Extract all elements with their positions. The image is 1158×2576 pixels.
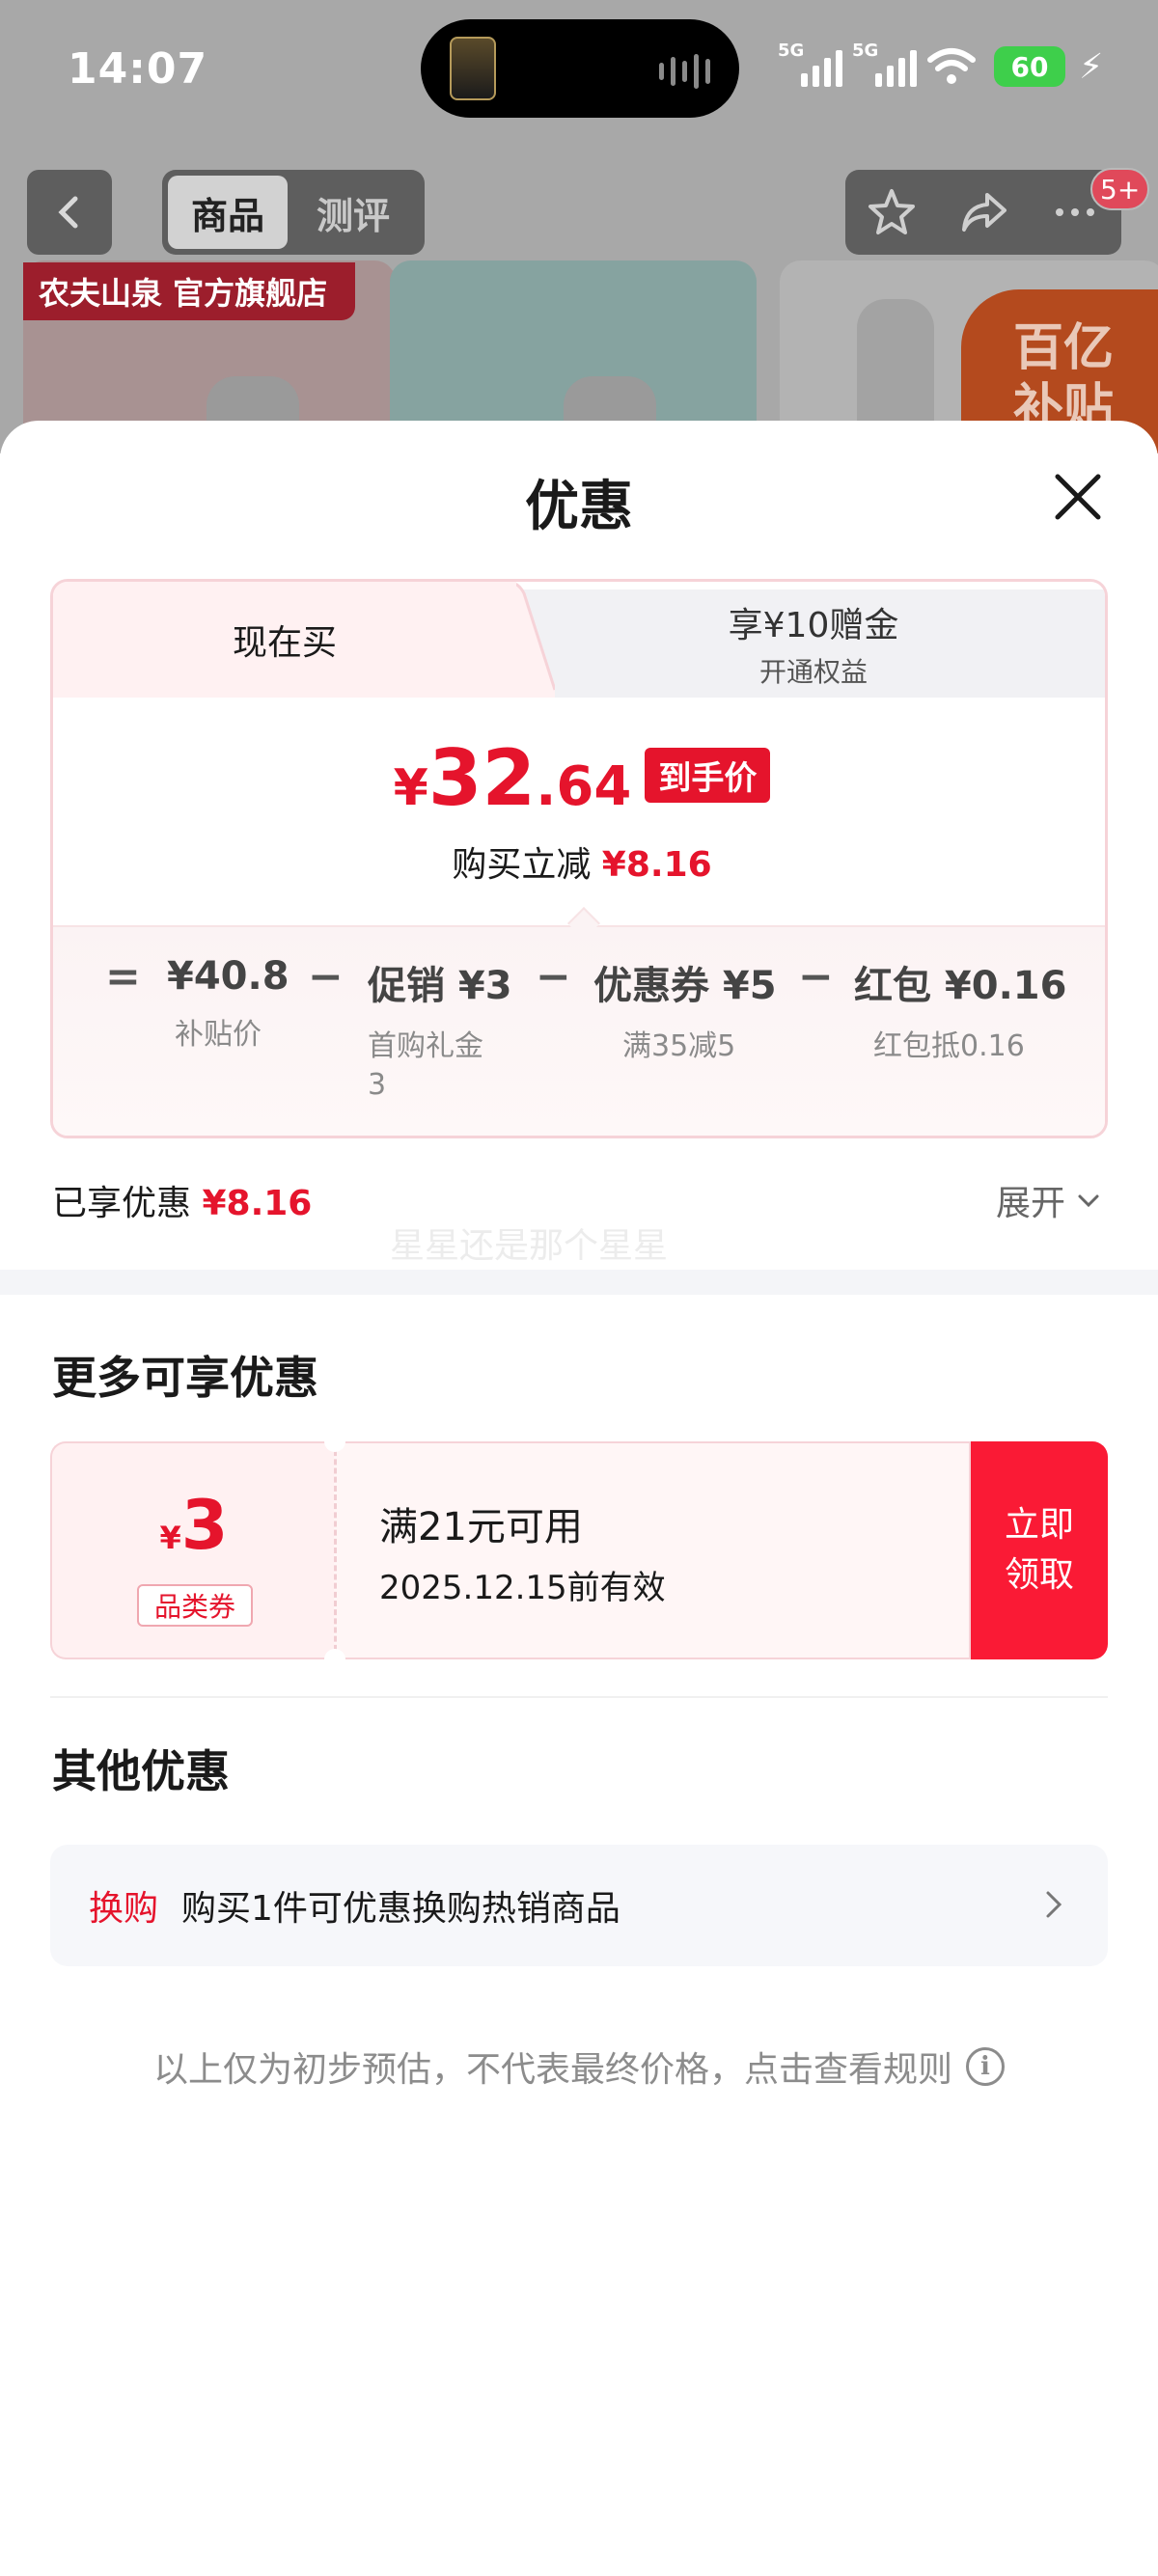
vip-tab-title: 享¥10赠金 (728, 606, 899, 645)
price-summary: ¥32.64 到手价 购买立减 ¥8.16 = ¥40.8 补贴价 − 促销 ¥… (53, 698, 1105, 1136)
notification-badge: 5+ (1090, 168, 1150, 210)
section-divider (0, 1270, 1158, 1295)
close-icon[interactable] (1044, 463, 1112, 531)
final-price: ¥32.64 到手价 (53, 740, 1105, 818)
product-review-tabs: 商品 测评 (162, 170, 425, 255)
instant-discount: 购买立减 ¥8.16 (53, 836, 1105, 887)
enjoyed-discount-label: 已享优惠 (52, 1184, 192, 1223)
wifi-icon (927, 48, 976, 84)
disclaimer-text: 以上仅为初步预估，不代表最终价格，点击查看规则 (152, 2050, 952, 2090)
expand-button[interactable]: 展开 (996, 1175, 1102, 1225)
promotion-label: 首购礼金 3 (368, 1029, 483, 1102)
coupon-currency: ¥ (159, 1520, 181, 1556)
chevron-right-icon (1046, 1891, 1062, 1918)
status-bar: 14:07 5G 5G 60 ⚡ (0, 0, 1158, 145)
coupon-condition: 满21元可用 (379, 1505, 583, 1549)
price-integer: 32 (427, 733, 537, 823)
status-time: 14:07 (68, 44, 208, 94)
coupon-value: 优惠券 ¥5 (593, 964, 777, 1008)
coupon-type-badge: 品类券 (137, 1584, 253, 1627)
chevron-down-icon (1078, 1194, 1099, 1208)
status-indicators: 5G 5G 60 ⚡ (778, 41, 1104, 87)
share-icon[interactable] (956, 185, 1010, 239)
minus-sign-1: − (308, 952, 344, 1001)
price-currency: ¥ (393, 759, 428, 817)
store-label: 农夫山泉 官方旗舰店 (23, 262, 355, 320)
nav-actions (845, 170, 1121, 255)
formula-promotion: 促销 ¥3 首购礼金 3 (368, 954, 512, 1105)
dynamic-island (421, 19, 739, 118)
price-breakdown-card: 享¥10赠金 开通权益 现在买 ¥32.64 到手价 购买立减 ¥8.16 = (50, 579, 1108, 1138)
trade-in-text: 购买1件可优惠换购热销商品 (181, 1889, 620, 1929)
coupon-amount-value: 3 (180, 1486, 229, 1565)
trade-in-tag: 换购 (89, 1889, 159, 1929)
coupon-amount: ¥3 (52, 1486, 336, 1565)
formula-coupon: 优惠券 ¥5 满35减5 (593, 954, 777, 1066)
final-price-tag: 到手价 (645, 748, 771, 803)
minus-sign-2: − (536, 952, 571, 1001)
user-watermark: 星星还是那个星星 (390, 1226, 669, 1266)
disclaimer[interactable]: 以上仅为初步预估，不代表最终价格，点击查看规则 i (0, 2042, 1158, 2092)
instant-discount-amount: ¥8.16 (601, 845, 712, 885)
network-type-label: 5G (778, 41, 805, 61)
coupon-amount-section: ¥3 品类券 (50, 1441, 334, 1659)
red-packet-value: 红包 ¥0.16 (854, 964, 1067, 1008)
background-product-page: 14:07 5G 5G 60 ⚡ 商品 测评 5+ 农夫山泉 官方旗舰店 百亿补… (0, 0, 1158, 453)
coupon-card: ¥3 品类券 满21元可用 2025.12.15前有效 立即 领取 (50, 1431, 1108, 1670)
coupon-details: 满21元可用 2025.12.15前有效 (334, 1441, 971, 1659)
claim-button-line1: 立即 (1004, 1505, 1074, 1545)
claim-button-line2: 领取 (1004, 1555, 1074, 1595)
cellular-signal-icon-2: 5G (852, 41, 917, 87)
price-formula: = ¥40.8 补贴价 − 促销 ¥3 首购礼金 3 − 优惠券 ¥5 满35减… (53, 925, 1105, 1136)
chevron-left-icon (58, 196, 78, 229)
back-button[interactable] (27, 170, 112, 255)
cellular-signal-icon: 5G (778, 41, 842, 87)
coupon-notch-bottom (324, 1649, 345, 1670)
formula-subsidy-price: ¥40.8 补贴价 (167, 954, 290, 1055)
network-type-label-2: 5G (852, 41, 879, 61)
formula-red-packet: 红包 ¥0.16 红包抵0.16 (854, 954, 1066, 1066)
instant-discount-label: 购买立减 (452, 845, 592, 885)
minus-sign-3: − (798, 952, 834, 1001)
audio-wave-icon (659, 54, 710, 89)
vip-tab-subtitle: 开通权益 (758, 656, 868, 688)
discount-sheet: 优惠 享¥10赠金 开通权益 现在买 ¥32.64 到手价 购买立减 ¥8.16 (0, 421, 1158, 2576)
price-decimal: .64 (536, 755, 632, 818)
equals-sign: = (105, 952, 141, 1001)
info-icon: i (966, 2047, 1005, 2086)
other-offers-title: 其他优惠 (52, 1745, 230, 1797)
red-packet-label: 红包抵0.16 (873, 1029, 1025, 1063)
tab-product[interactable]: 商品 (168, 176, 288, 249)
trade-in-offer-row[interactable]: 换购 购买1件可优惠换购热销商品 (50, 1845, 1108, 1966)
star-icon[interactable] (865, 185, 919, 239)
expand-label: 展开 (996, 1184, 1066, 1223)
coupon-expiry: 2025.12.15前有效 (379, 1569, 666, 1607)
coupon-notch-top (324, 1431, 345, 1452)
music-cover-icon (450, 37, 496, 100)
enjoyed-discount-amount: ¥8.16 (202, 1184, 313, 1223)
claim-coupon-button[interactable]: 立即 领取 (971, 1441, 1108, 1659)
tab-vip-benefit[interactable]: 享¥10赠金 开通权益 (516, 589, 1105, 698)
subsidy-price-label: 补贴价 (175, 1018, 262, 1052)
promotion-value: 促销 ¥3 (368, 964, 512, 1008)
divider-line (50, 1696, 1108, 1698)
coupon-label: 满35减5 (622, 1029, 736, 1063)
subsidy-price-value: ¥40.8 (167, 954, 290, 999)
enjoyed-discount: 已享优惠 ¥8.16 (52, 1175, 312, 1225)
more-offers-title: 更多可享优惠 (52, 1352, 318, 1404)
tab-buy-now[interactable]: 现在买 (53, 582, 516, 698)
charging-bolt-icon: ⚡ (1079, 47, 1104, 87)
battery-indicator: 60 (994, 46, 1065, 87)
sheet-title: 优惠 (525, 476, 633, 538)
tab-review[interactable]: 测评 (293, 176, 413, 249)
